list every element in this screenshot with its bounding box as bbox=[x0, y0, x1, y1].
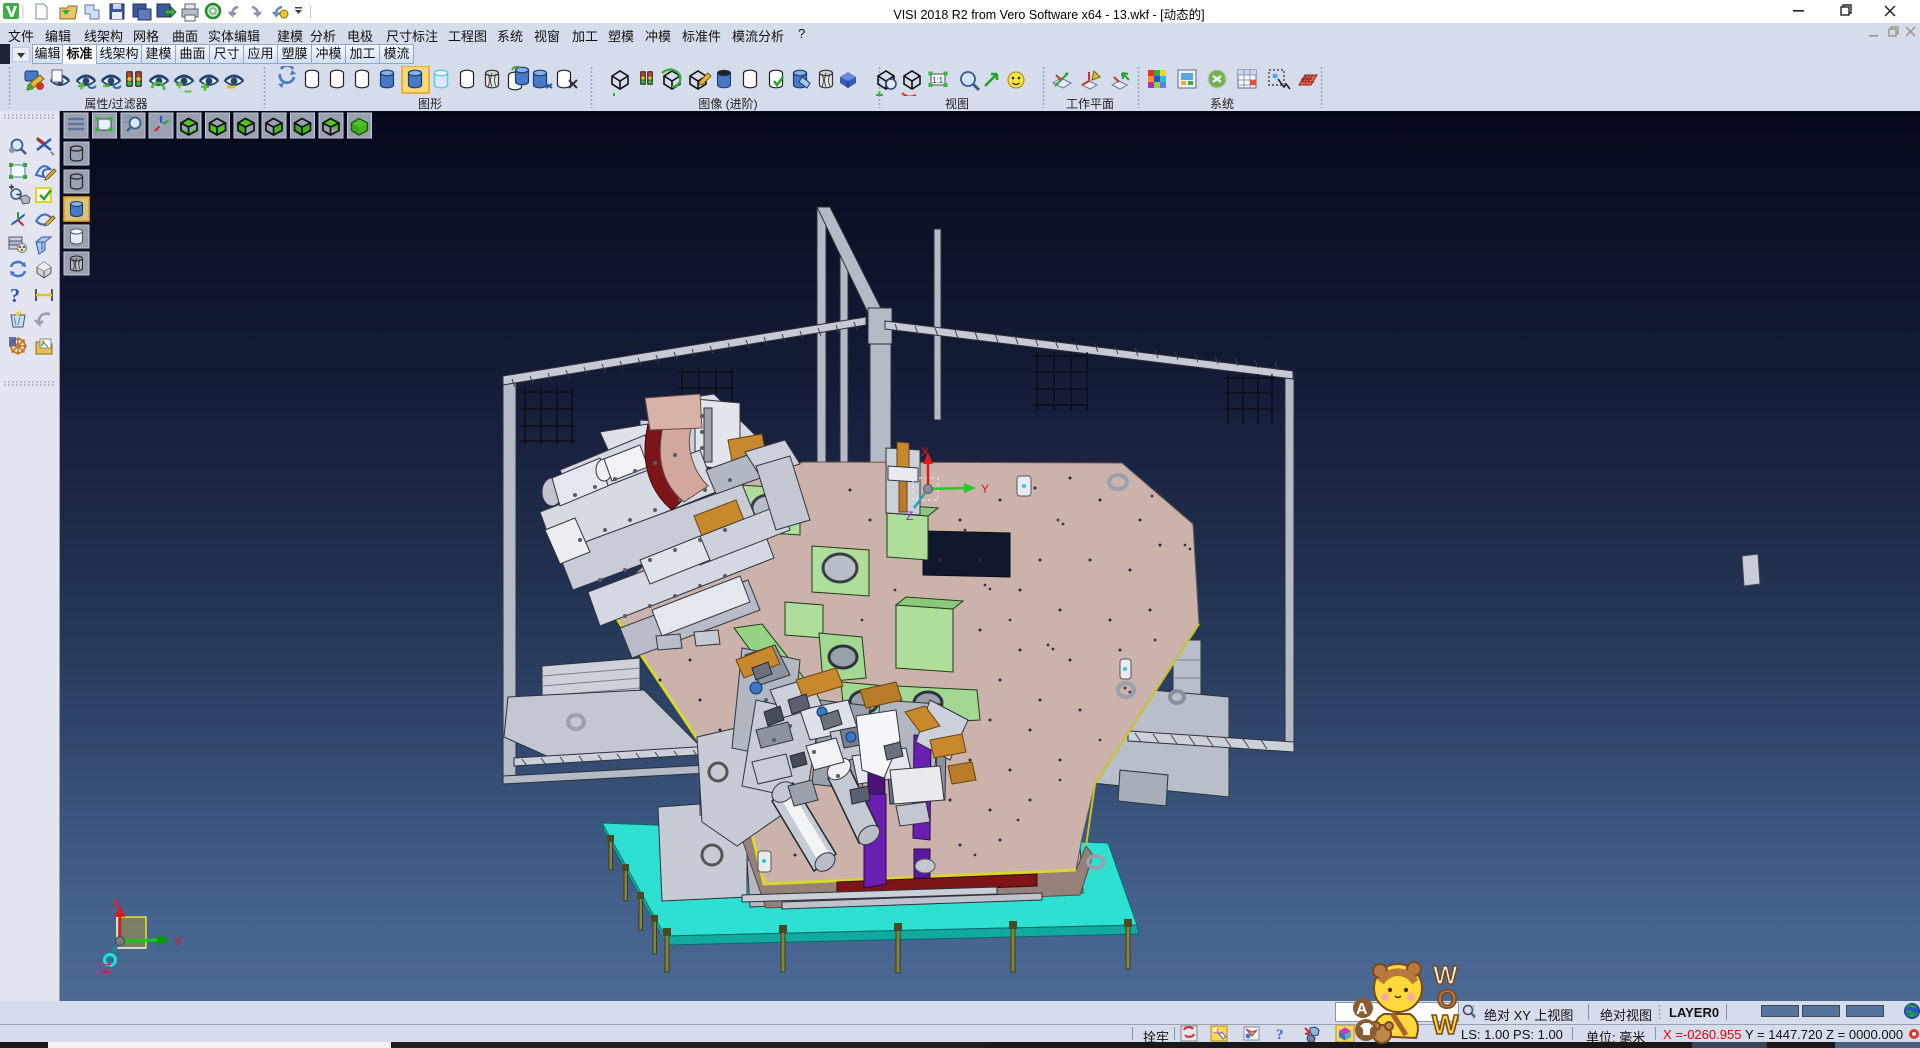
svg-text:X: X bbox=[112, 896, 121, 911]
svg-text:Z: Z bbox=[906, 509, 913, 523]
svg-text:W: W bbox=[1432, 1009, 1459, 1040]
svg-text:X: X bbox=[921, 445, 929, 459]
svg-text:A: A bbox=[1356, 1001, 1368, 1018]
svg-text:Y: Y bbox=[981, 482, 989, 496]
svg-text:Z: Z bbox=[103, 961, 111, 976]
svg-text:Y: Y bbox=[174, 934, 183, 949]
svg-text:?: ? bbox=[1276, 1027, 1284, 1043]
